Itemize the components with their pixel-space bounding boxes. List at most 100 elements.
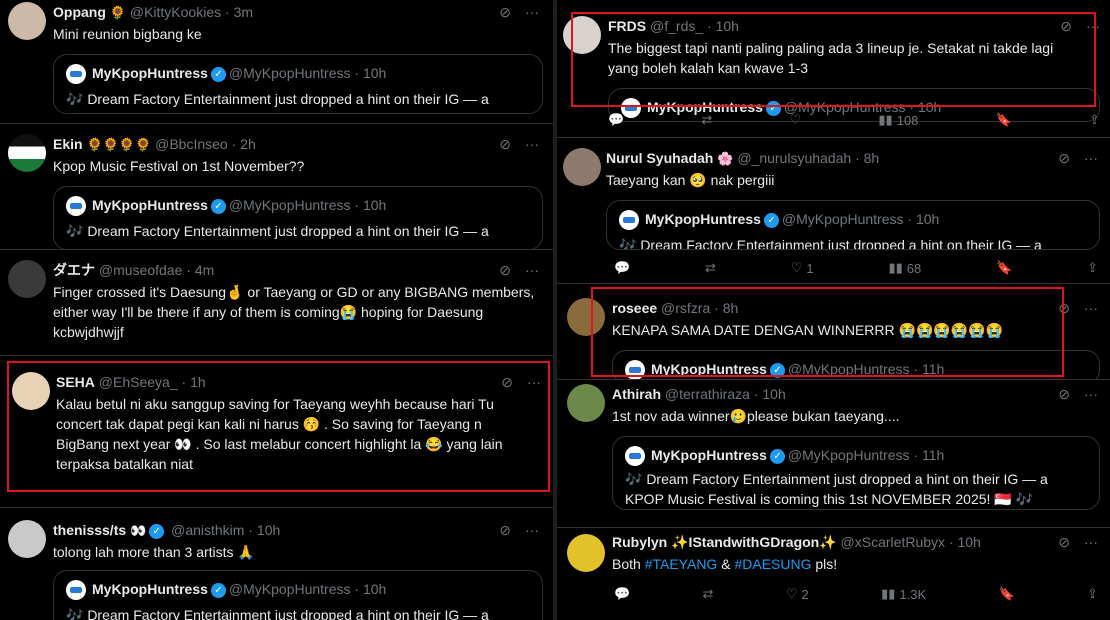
tweet[interactable]: Oppang 🌻 @KittyKookies · 3m ⊘ ··· Mini r… (0, 0, 553, 124)
tweet[interactable]: Rubylyn ✨IStandwithGDragon✨ @xScarletRub… (557, 528, 1110, 620)
timestamp[interactable]: 1h (190, 374, 206, 390)
author-name[interactable]: Nurul Syuhadah (606, 150, 713, 166)
quoted-handle: @MyKpopHuntress (781, 211, 904, 227)
like-button[interactable]: ♡ 2 (786, 586, 809, 602)
timestamp[interactable]: 10h (716, 18, 739, 34)
grok-icon[interactable]: ⊘ (501, 372, 513, 392)
author-name[interactable]: FRDS (608, 18, 646, 34)
more-icon[interactable]: ··· (1084, 532, 1098, 552)
author-name[interactable]: thenisss/ts (53, 522, 126, 538)
share-icon[interactable]: ⇪ (1089, 112, 1100, 128)
avatar[interactable] (567, 384, 605, 422)
more-icon[interactable]: ··· (527, 372, 541, 392)
more-icon[interactable]: ··· (525, 520, 539, 540)
retweet-icon[interactable]: ⇄ (705, 260, 716, 276)
grok-icon[interactable]: ⊘ (499, 260, 511, 280)
tweet[interactable]: Ekin 🌻🌻🌻🌻 @BbcInseo · 2h ⊘ ··· Kpop Musi… (0, 124, 553, 250)
like-button[interactable]: ♡ 1 (791, 260, 814, 276)
quoted-tweet[interactable]: MyKpopHuntress ✓ @MyKpopHuntress · 10h 🎶 D… (53, 570, 543, 620)
reply-icon[interactable]: 💬 (614, 586, 630, 602)
author-handle[interactable]: @BbcInseo (155, 136, 228, 152)
quoted-tweet[interactable]: MyKpopHuntress ✓ @MyKpopHuntress · 10h 🎶 D… (53, 186, 543, 249)
avatar[interactable] (8, 520, 46, 558)
tweet[interactable]: FRDS @f_rds_ · 10h ⊘ ··· The biggest tap… (557, 0, 1110, 138)
grok-icon[interactable]: ⊘ (1058, 384, 1070, 404)
hashtag-link[interactable]: #TAEYANG (645, 556, 718, 572)
author-name[interactable]: SEHA (56, 374, 95, 390)
avatar[interactable] (8, 260, 46, 298)
quoted-tweet[interactable]: MyKpopHuntress ✓ @MyKpopHuntress · 11h 🎶 D… (612, 436, 1100, 510)
author-handle[interactable]: @EhSeeya_ (99, 374, 178, 390)
timestamp[interactable]: 10h (257, 522, 280, 538)
author-handle[interactable]: @anisthkim (171, 522, 244, 538)
more-icon[interactable]: ··· (525, 134, 539, 154)
grok-icon[interactable]: ⊘ (1058, 298, 1070, 318)
avatar[interactable] (12, 372, 50, 410)
more-icon[interactable]: ··· (1086, 16, 1100, 36)
timestamp[interactable]: 3m (234, 4, 253, 20)
author-handle[interactable]: @xScarletRubyx (841, 534, 945, 550)
tweet[interactable]: Nurul Syuhadah 🌸 @_nurulsyuhadah · 8h ⊘ … (557, 138, 1110, 284)
share-icon[interactable]: ⇪ (1087, 260, 1098, 276)
grok-icon[interactable]: ⊘ (499, 2, 511, 22)
text-suffix: pls! (811, 556, 838, 572)
bookmark-icon[interactable]: 🔖 (996, 260, 1012, 276)
retweet-icon[interactable]: ⇄ (701, 112, 712, 128)
avatar[interactable] (8, 2, 46, 40)
timestamp[interactable]: 10h (957, 534, 980, 550)
share-icon[interactable]: ⇪ (1087, 586, 1098, 602)
author-name[interactable]: Rubylyn (612, 534, 667, 550)
hashtag-link[interactable]: #DAESUNG (734, 556, 811, 572)
more-icon[interactable]: ··· (1084, 148, 1098, 168)
author-handle[interactable]: @_nurulsyuhadah (737, 150, 851, 166)
author-name[interactable]: roseee (612, 300, 657, 316)
author-handle[interactable]: @rsfzra (661, 300, 710, 316)
timestamp[interactable]: 4m (195, 262, 214, 278)
quoted-tweet[interactable]: MyKpopHuntress ✓ @MyKpopHuntress · 11h (612, 350, 1100, 379)
author-handle[interactable]: @terrathiraza (665, 386, 750, 402)
timestamp[interactable]: 10h (762, 386, 785, 402)
avatar[interactable] (563, 148, 601, 186)
tweet[interactable]: Athirah @terrathiraza · 10h ⊘ ··· 1st no… (557, 380, 1110, 528)
tweet[interactable]: thenisss/ts 👀 ✓ @anisthkim · 10h ⊘ ··· to… (0, 508, 553, 620)
timestamp[interactable]: 8h (723, 300, 739, 316)
author-handle[interactable]: @f_rds_ (650, 18, 703, 34)
views-button[interactable]: ▮▮ 68 (888, 260, 921, 276)
avatar[interactable] (563, 16, 601, 54)
author-name[interactable]: Oppang (53, 4, 106, 20)
tweet[interactable]: roseee @rsfzra · 8h ⊘ ··· KENAPA SAMA DA… (557, 284, 1110, 380)
grok-icon[interactable]: ⊘ (1058, 532, 1070, 552)
author-handle[interactable]: @museofdae (99, 262, 182, 278)
tweet[interactable]: ダエナ @museofdae · 4m ⊘ ··· Finger crossed… (0, 250, 553, 356)
avatar[interactable] (567, 298, 605, 336)
quoted-tweet[interactable]: MyKpopHuntress ✓ @MyKpopHuntress · 10h 🎶 D… (606, 200, 1100, 250)
reply-icon[interactable]: 💬 (608, 112, 624, 128)
timestamp[interactable]: 2h (240, 136, 256, 152)
author-name[interactable]: Ekin (53, 136, 83, 152)
timestamp[interactable]: 8h (864, 150, 880, 166)
reply-icon[interactable]: 💬 (614, 260, 630, 276)
avatar[interactable] (8, 134, 46, 172)
bookmark-icon[interactable]: 🔖 (996, 112, 1012, 128)
name-badges: 🌻 (109, 5, 126, 20)
author-name[interactable]: Athirah (612, 386, 661, 402)
more-icon[interactable]: ··· (1084, 298, 1098, 318)
more-icon[interactable]: ··· (525, 260, 539, 280)
views-button[interactable]: ▮▮ 108 (878, 112, 918, 128)
name-badges: ✨IStandwithGDragon✨ (671, 534, 837, 550)
more-icon[interactable]: ··· (1084, 384, 1098, 404)
grok-icon[interactable]: ⊘ (1058, 148, 1070, 168)
more-icon[interactable]: ··· (525, 2, 539, 22)
avatar[interactable] (567, 534, 605, 572)
like-icon[interactable]: ♡ (790, 112, 802, 128)
retweet-icon[interactable]: ⇄ (703, 586, 714, 602)
grok-icon[interactable]: ⊘ (499, 134, 511, 154)
grok-icon[interactable]: ⊘ (1060, 16, 1072, 36)
tweet[interactable]: SEHA @EhSeeya_ · 1h ⊘ ··· Kalau betul ni… (0, 356, 553, 508)
quoted-tweet[interactable]: MyKpopHuntress ✓ @MyKpopHuntress · 10h 🎶 D… (53, 54, 543, 114)
bookmark-icon[interactable]: 🔖 (998, 586, 1014, 602)
author-handle[interactable]: @KittyKookies (130, 4, 221, 20)
author-name[interactable]: ダエナ (53, 262, 95, 278)
grok-icon[interactable]: ⊘ (499, 520, 511, 540)
views-button[interactable]: ▮▮ 1.3K (881, 586, 926, 602)
